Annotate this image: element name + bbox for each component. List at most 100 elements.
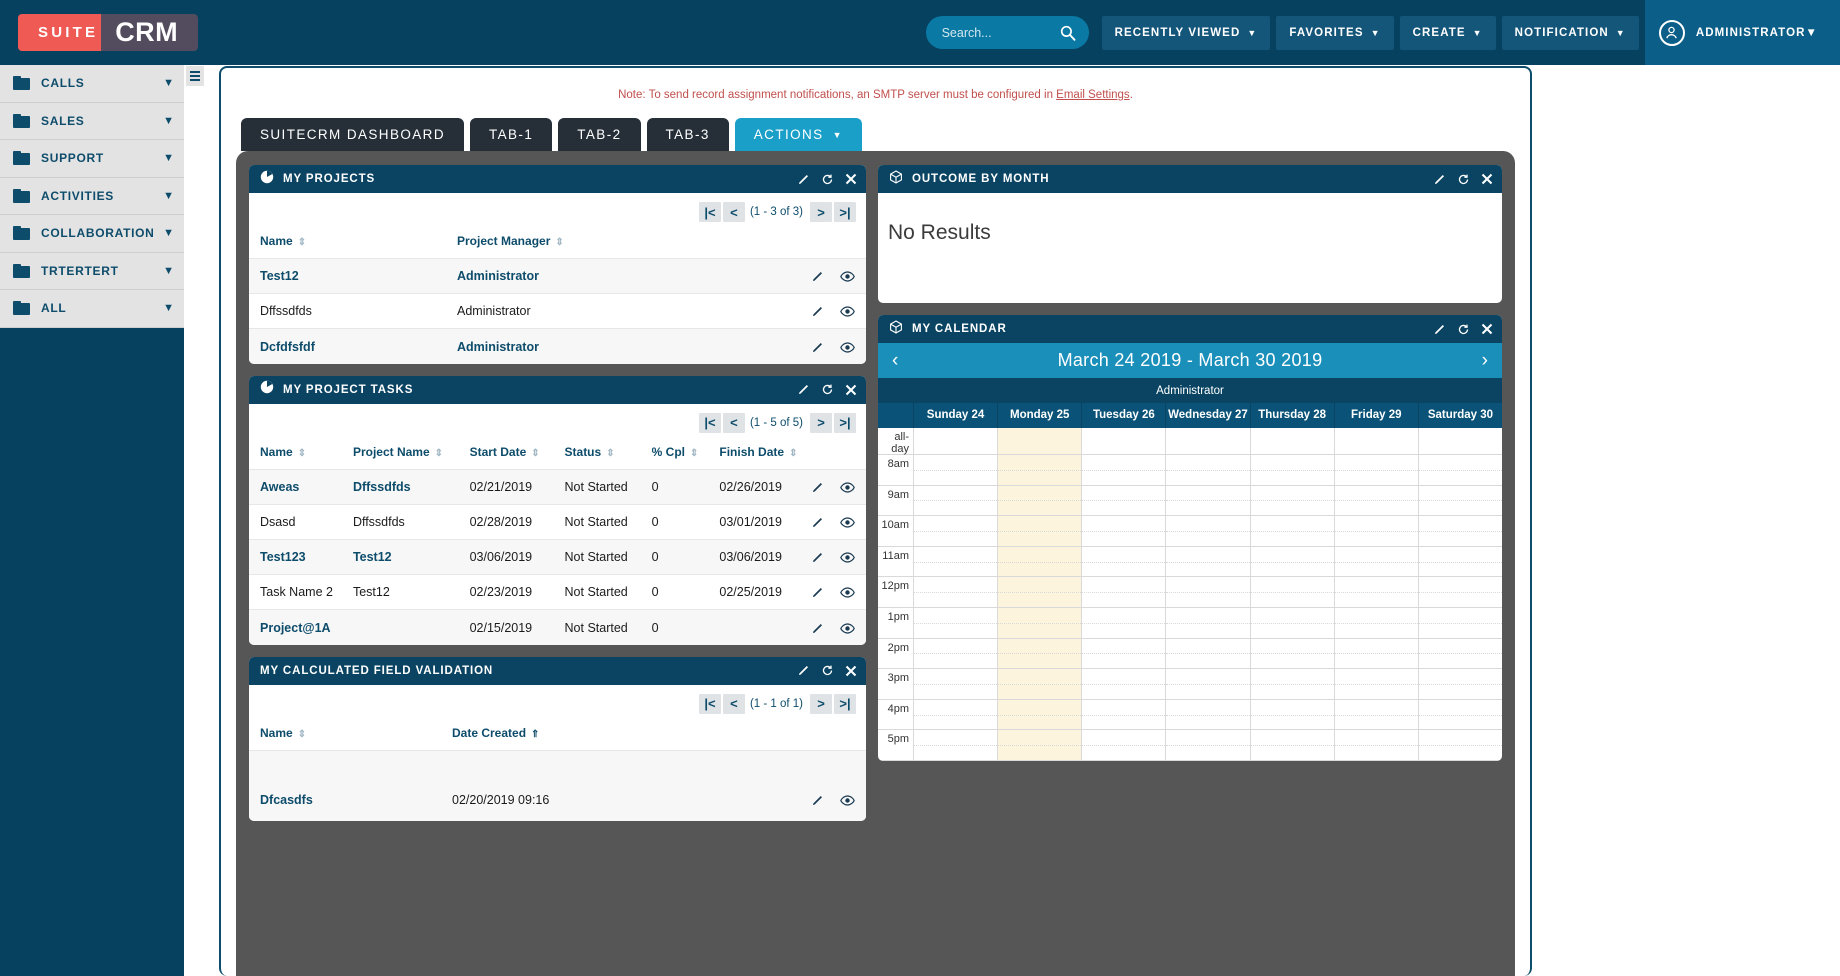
pencil-icon[interactable] [811, 794, 824, 807]
calendar-cell[interactable] [913, 547, 997, 577]
column-header-name[interactable]: Name⇕ [249, 439, 353, 470]
cell-name[interactable]: Dfcasdfs [249, 750, 452, 821]
search-box[interactable] [926, 16, 1089, 49]
search-icon[interactable] [1060, 25, 1076, 41]
suitecrm-logo[interactable]: SUITE CRM [18, 14, 198, 51]
calendar-cell[interactable] [1418, 547, 1502, 577]
tab-actions[interactable]: ACTIONS▼ [735, 118, 862, 151]
nav-recently-viewed[interactable]: RECENTLY VIEWED▼ [1102, 16, 1271, 50]
pencil-icon[interactable] [811, 481, 824, 494]
calendar-cell[interactable] [1334, 516, 1418, 546]
pencil-icon[interactable] [811, 516, 824, 529]
calendar-cell[interactable] [1165, 639, 1249, 669]
cell-name[interactable]: Test12 [249, 259, 457, 294]
table-row[interactable]: Dffssdfds Administrator [249, 294, 866, 329]
column-header-project-name[interactable]: Project Name⇕ [353, 439, 470, 470]
calendar-cell[interactable] [1418, 428, 1502, 454]
pencil-icon[interactable] [811, 622, 824, 635]
cell-manager[interactable]: Administrator [457, 329, 798, 364]
refresh-icon[interactable] [1457, 323, 1470, 336]
eye-icon[interactable] [840, 623, 855, 634]
calendar-cell[interactable] [1081, 547, 1165, 577]
calendar-cell[interactable] [1081, 455, 1165, 485]
calendar-cell[interactable] [1418, 639, 1502, 669]
calendar-cell[interactable] [913, 577, 997, 607]
sidebar-item-activities[interactable]: ACTIVITIES ▼ [0, 178, 184, 216]
tab-tab-3[interactable]: TAB-3 [647, 118, 729, 151]
table-row[interactable]: Dfcasdfs 02/20/2019 09:16 [249, 750, 866, 821]
calendar-cell[interactable] [1165, 730, 1249, 760]
tab-tab-1[interactable]: TAB-1 [470, 118, 552, 151]
last-page-button[interactable]: >| [834, 202, 856, 222]
pencil-icon[interactable] [797, 383, 810, 396]
calendar-cell[interactable] [913, 730, 997, 760]
calendar-cell[interactable] [997, 516, 1081, 546]
calendar-cell[interactable] [1165, 577, 1249, 607]
prev-page-button[interactable]: < [723, 413, 745, 433]
column-header-name[interactable]: Name⇕ [249, 720, 452, 751]
calendar-cell[interactable] [1081, 577, 1165, 607]
eye-icon[interactable] [840, 552, 855, 563]
calendar-cell[interactable] [1250, 700, 1334, 730]
calendar-cell[interactable] [997, 639, 1081, 669]
first-page-button[interactable]: |< [699, 413, 721, 433]
eye-icon[interactable] [840, 517, 855, 528]
calendar-cell[interactable] [1418, 669, 1502, 699]
sidebar-toggle-button[interactable] [186, 66, 204, 86]
cell-name[interactable]: Task Name 2 [249, 575, 353, 610]
sidebar-item-all[interactable]: ALL ▼ [0, 290, 184, 328]
cell-project[interactable]: Dffssdfds [353, 469, 470, 504]
close-icon[interactable] [845, 173, 857, 185]
calendar-cell[interactable] [997, 455, 1081, 485]
nav-notification[interactable]: NOTIFICATION▼ [1502, 16, 1639, 50]
nav-favorites[interactable]: FAVORITES▼ [1276, 16, 1393, 50]
cell-name[interactable]: Aweas [249, 469, 353, 504]
cell-name[interactable]: Dffssdfds [249, 294, 457, 329]
cell-name[interactable]: Dsasd [249, 504, 353, 539]
calendar-cell[interactable] [1250, 486, 1334, 516]
calendar-cell[interactable] [1250, 730, 1334, 760]
column-header-date-created[interactable]: Date Created⇑ [452, 720, 798, 751]
cell-name[interactable]: Dcfdfsfdf [249, 329, 457, 364]
eye-icon[interactable] [840, 482, 855, 493]
close-icon[interactable] [1481, 323, 1493, 335]
prev-page-button[interactable]: < [723, 694, 745, 714]
calendar-cell[interactable] [997, 547, 1081, 577]
calendar-cell[interactable] [1334, 486, 1418, 516]
calendar-cell[interactable] [1418, 455, 1502, 485]
column-header-finish-date[interactable]: Finish Date⇕ [719, 439, 797, 470]
pencil-icon[interactable] [797, 173, 810, 186]
calendar-cell[interactable] [913, 639, 997, 669]
refresh-icon[interactable] [821, 383, 834, 396]
sidebar-item-calls[interactable]: CALLS ▼ [0, 65, 184, 103]
first-page-button[interactable]: |< [699, 202, 721, 222]
cell-project[interactable]: Dffssdfds [353, 504, 470, 539]
calendar-cell[interactable] [1334, 700, 1418, 730]
calendar-cell[interactable] [1418, 486, 1502, 516]
chevron-down-icon[interactable]: ▼ [163, 115, 174, 127]
chevron-down-icon[interactable]: ▼ [163, 302, 174, 314]
calendar-cell[interactable] [1250, 428, 1334, 454]
prev-page-button[interactable]: < [723, 202, 745, 222]
calendar-cell[interactable] [1250, 669, 1334, 699]
search-input[interactable] [942, 26, 1060, 40]
calendar-cell[interactable] [1165, 700, 1249, 730]
calendar-cell[interactable] [997, 577, 1081, 607]
calendar-cell[interactable] [1165, 608, 1249, 638]
calendar-cell[interactable] [1334, 639, 1418, 669]
calendar-cell[interactable] [1334, 730, 1418, 760]
column-header-percent-complete[interactable]: % Cpl⇕ [652, 439, 720, 470]
calendar-cell[interactable] [1250, 547, 1334, 577]
refresh-icon[interactable] [821, 173, 834, 186]
close-icon[interactable] [845, 384, 857, 396]
tab-suitecrm-dashboard[interactable]: SUITECRM DASHBOARD [241, 118, 464, 151]
calendar-cell[interactable] [1165, 669, 1249, 699]
calendar-cell[interactable] [1081, 516, 1165, 546]
chevron-down-icon[interactable]: ▼ [163, 265, 174, 277]
column-header-status[interactable]: Status⇕ [565, 439, 652, 470]
cell-manager[interactable]: Administrator [457, 259, 798, 294]
table-row[interactable]: Project@1A 02/15/2019 Not Started 0 [249, 610, 866, 645]
eye-icon[interactable] [840, 342, 855, 353]
admin-menu[interactable]: ADMINISTRATOR ▼ [1645, 0, 1840, 65]
table-row[interactable]: Test123 Test12 03/06/2019 Not Started 0 … [249, 540, 866, 575]
